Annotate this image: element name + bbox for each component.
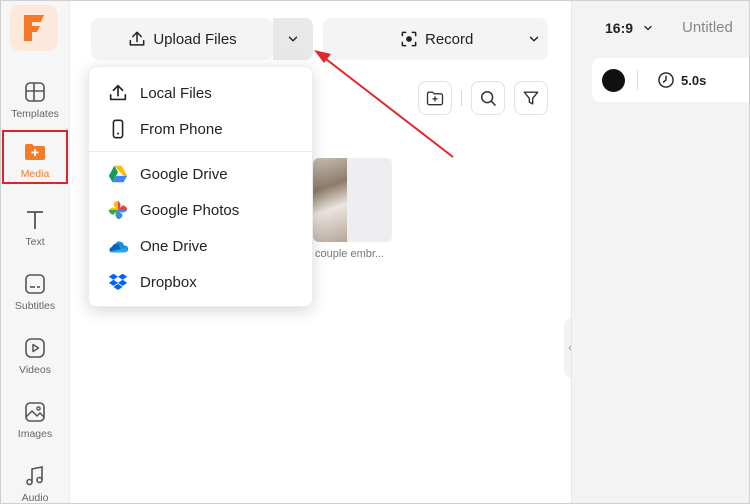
filter-button[interactable] (514, 81, 548, 115)
menu-item-label: Google Photos (140, 201, 240, 219)
audio-icon (26, 466, 43, 486)
media-thumbnail[interactable] (313, 158, 392, 242)
record-button[interactable]: Record (323, 18, 548, 60)
folder-add-icon (426, 91, 444, 106)
google-photos-icon (106, 198, 130, 222)
thumbnail-photo (313, 158, 347, 242)
menu-item-label: From Phone (140, 120, 223, 138)
dropbox-icon (106, 270, 130, 294)
upload-source-menu: Local Files From Phone Google Drive Goog… (88, 66, 314, 307)
menu-item-dropbox[interactable]: Dropbox (89, 264, 314, 300)
videos-icon (25, 338, 45, 358)
sidebar-item-media[interactable]: Media (2, 130, 68, 184)
card-divider (637, 70, 638, 90)
search-icon (481, 91, 496, 106)
sidebar-item-label: Templates (11, 108, 59, 120)
scene-settings-card: 5.0s (592, 58, 750, 102)
menu-item-google-drive[interactable]: Google Drive (89, 156, 314, 192)
sidebar-item-subtitles[interactable]: Subtitles (3, 264, 67, 318)
sidebar-item-text[interactable]: Text (3, 200, 67, 254)
sidebar-item-label: Text (25, 236, 45, 248)
chevron-down-icon[interactable] (527, 32, 541, 46)
sidebar-item-images[interactable]: Images (3, 392, 67, 446)
toolbar-divider (461, 90, 462, 106)
upload-icon (129, 31, 145, 46)
chevron-down-icon (644, 25, 652, 31)
new-folder-button[interactable] (418, 81, 452, 115)
templates-icon (25, 82, 45, 102)
upload-icon (106, 81, 130, 105)
sidebar-item-label: Subtitles (14, 300, 56, 312)
sidebar-item-label: Videos (19, 364, 51, 376)
app-logo[interactable] (10, 5, 58, 51)
upload-options-dropdown-button[interactable] (273, 18, 313, 60)
aspect-ratio-value: 16:9 (605, 20, 634, 36)
menu-divider (89, 151, 314, 152)
subtitles-icon (25, 274, 45, 294)
menu-item-label: Local Files (140, 84, 212, 102)
preview-panel: 16:9 Untitled 5.0s (571, 0, 750, 504)
clock-icon (658, 72, 674, 88)
menu-item-google-photos[interactable]: Google Photos (89, 192, 314, 228)
record-icon (401, 31, 417, 47)
menu-item-one-drive[interactable]: One Drive (89, 228, 314, 264)
sidebar-item-label: Audio (21, 492, 49, 504)
phone-icon (106, 117, 130, 141)
sidebar-item-templates[interactable]: Templates (3, 72, 67, 126)
thumbnail-caption: couple embr... (315, 248, 385, 260)
chevron-down-icon (288, 36, 298, 42)
record-label: Record (425, 30, 474, 48)
search-button[interactable] (471, 81, 505, 115)
aspect-ratio-selector[interactable]: 16:9 (605, 20, 654, 36)
media-folder-icon (25, 144, 45, 160)
menu-item-from-phone[interactable]: From Phone (89, 111, 314, 147)
menu-item-label: Dropbox (140, 273, 197, 291)
menu-item-label: Google Drive (140, 165, 228, 183)
text-icon (27, 211, 43, 229)
filter-icon (523, 91, 539, 105)
filmora-f-logo-icon (24, 15, 44, 41)
onedrive-icon (106, 234, 130, 258)
upload-files-button[interactable]: Upload Files (91, 18, 273, 60)
sidebar-item-audio[interactable]: Audio (3, 456, 67, 504)
upload-files-label: Upload Files (153, 30, 237, 48)
sidebar-item-label: Images (17, 428, 53, 440)
google-drive-icon (106, 162, 130, 186)
sidebar-item-label: Media (20, 168, 50, 180)
background-color-swatch[interactable] (602, 68, 625, 92)
images-icon (25, 402, 45, 422)
duration-control[interactable]: 5.0s (656, 70, 706, 90)
project-title[interactable]: Untitled (682, 19, 733, 36)
menu-item-label: One Drive (140, 237, 208, 255)
duration-value: 5.0s (681, 72, 707, 88)
sidebar-item-videos[interactable]: Videos (3, 328, 67, 382)
left-sidebar: Templates Media Text Subtitles Videos Im… (0, 0, 70, 504)
menu-item-local-files[interactable]: Local Files (89, 75, 314, 111)
